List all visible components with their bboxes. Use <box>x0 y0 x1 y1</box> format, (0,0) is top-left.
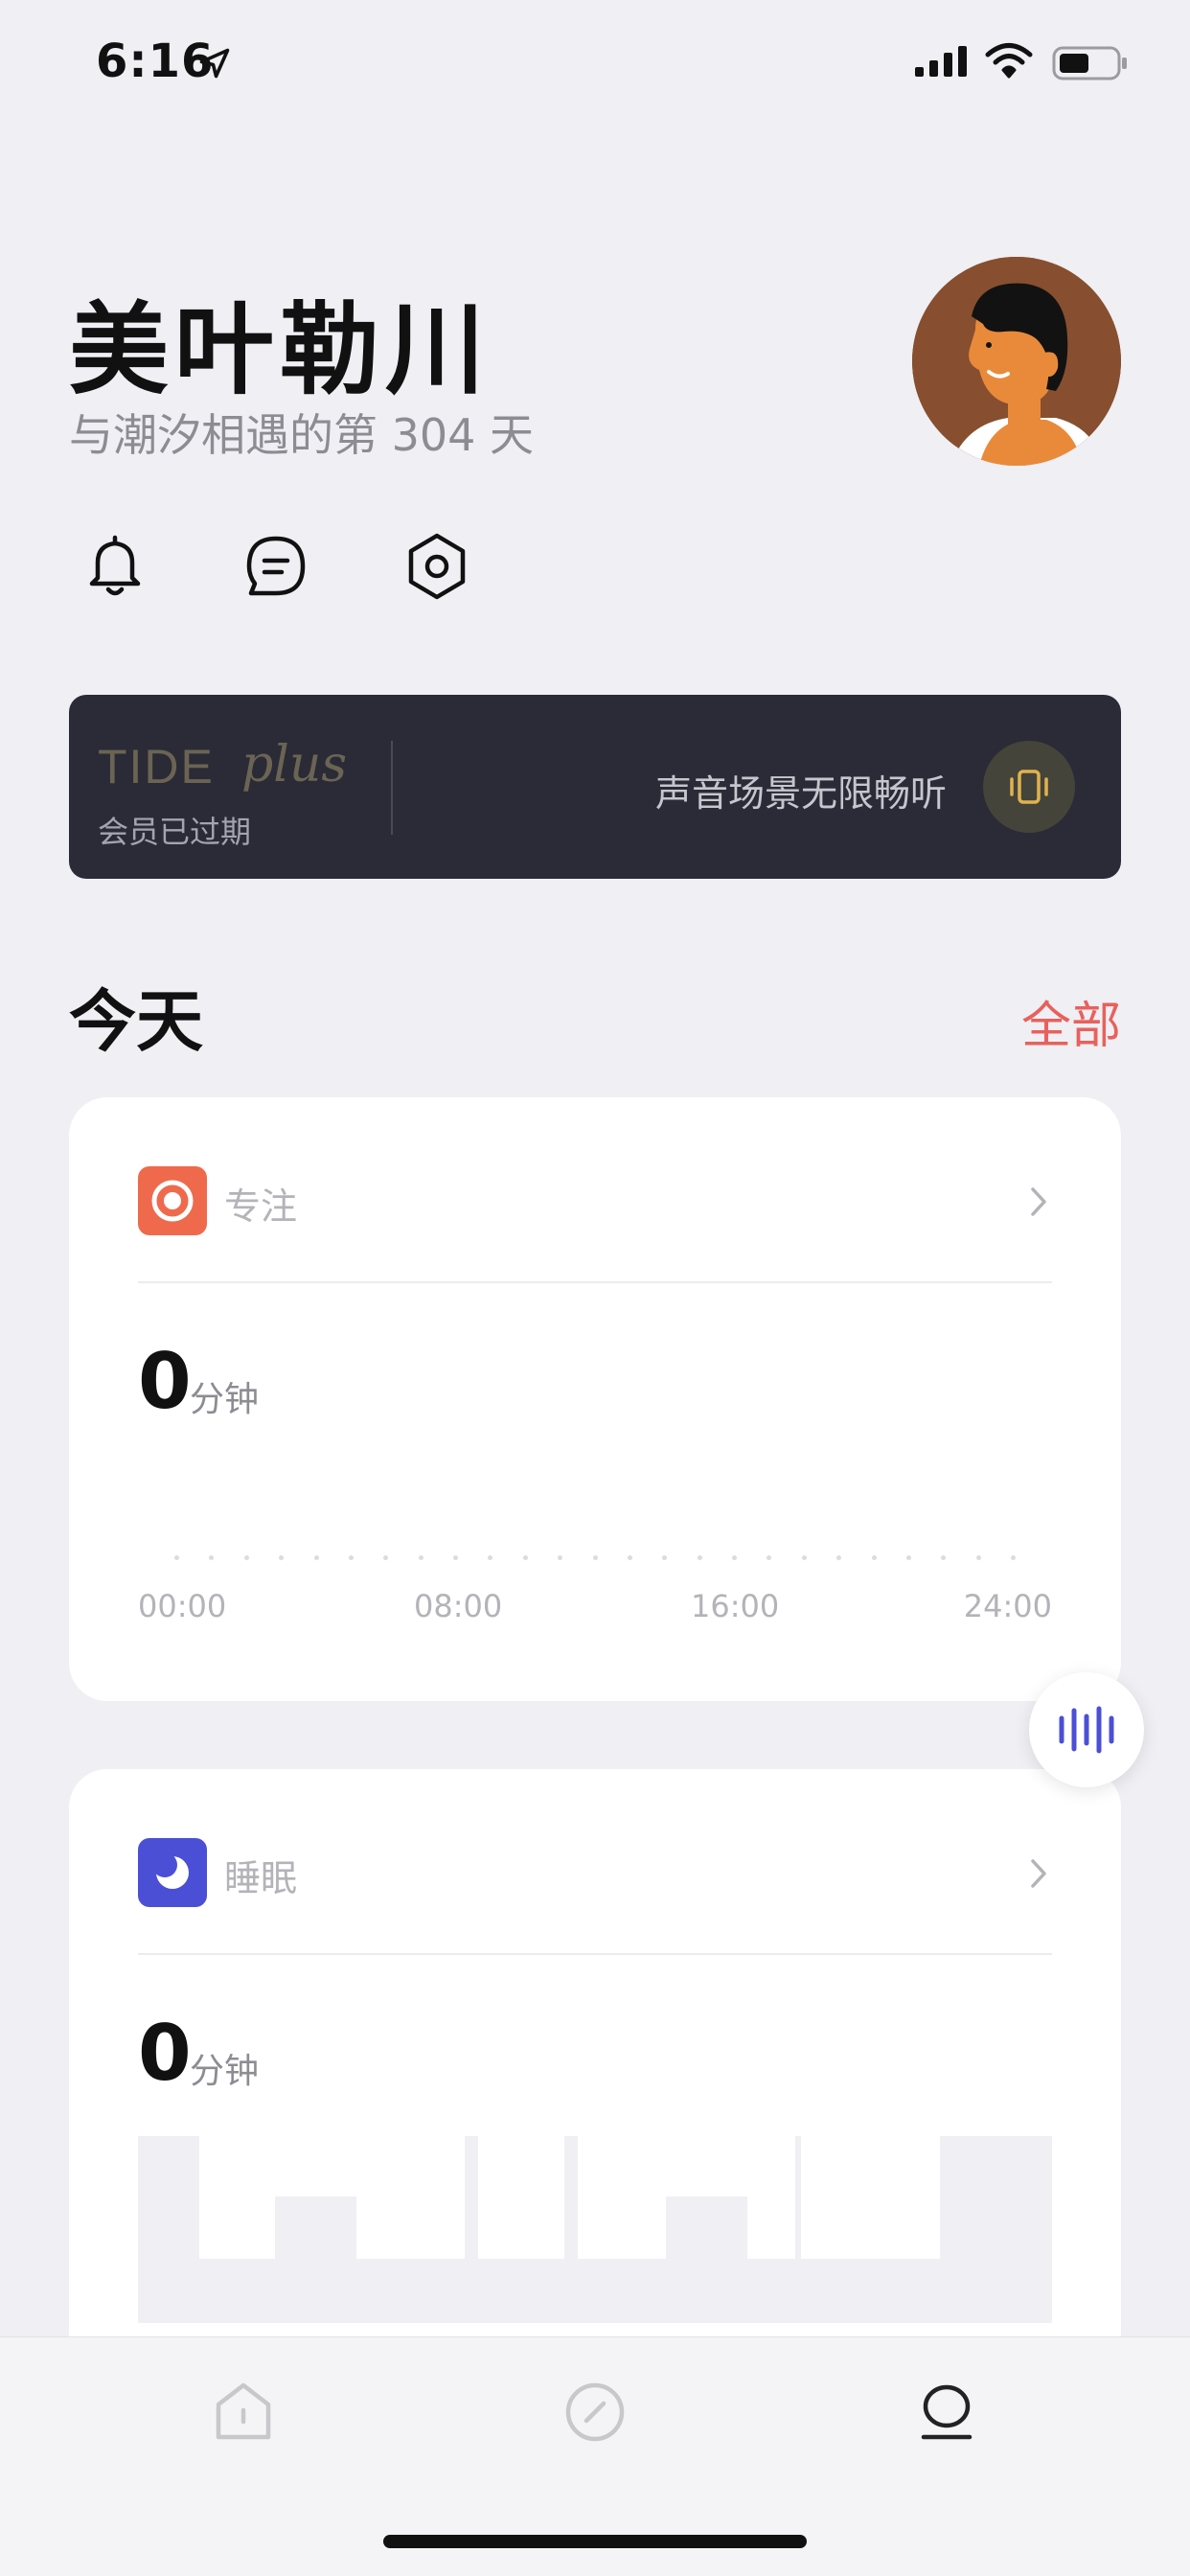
banner-divider <box>391 741 393 835</box>
timeline-dot <box>975 1555 981 1560</box>
days-counter: 与潮汐相遇的第 304 天 <box>69 409 535 461</box>
timeline-dot <box>418 1555 423 1560</box>
focus-card[interactable]: 专注 0 分钟 00:00 08:00 16:00 24:00 <box>69 1097 1121 1701</box>
status-bar: 6:16 <box>0 0 1190 125</box>
focus-minutes-unit: 分钟 <box>190 1380 260 1419</box>
timeline-dot <box>279 1555 285 1560</box>
axis-label: 16:00 <box>691 1588 780 1624</box>
profile-name: 美叶勒川 <box>69 291 492 408</box>
cellular-signal-icon <box>915 46 967 77</box>
avatar-illustration <box>912 257 1121 466</box>
chevron-right-icon[interactable] <box>1025 1182 1052 1222</box>
profile-tab-icon[interactable] <box>910 2376 983 2449</box>
focus-label: 专注 <box>224 1185 298 1228</box>
timeline-dot <box>767 1555 772 1560</box>
timeline-dot <box>836 1555 842 1560</box>
timeline-dot <box>1011 1555 1016 1560</box>
location-arrow-icon <box>199 48 230 79</box>
settings-icon[interactable] <box>400 530 473 603</box>
sleep-label: 睡眠 <box>224 1857 298 1899</box>
timeline-dot <box>383 1555 389 1560</box>
axis-label: 00:00 <box>138 1588 227 1624</box>
timeline-dot <box>348 1555 354 1560</box>
timeline-dot <box>558 1555 563 1560</box>
timeline-dot <box>871 1555 877 1560</box>
membership-banner[interactable]: TIDE plus 会员已过期 声音场景无限畅听 <box>69 695 1121 879</box>
home-tab-icon[interactable] <box>207 2376 280 2449</box>
banner-tagline: 声音场景无限畅听 <box>654 772 947 815</box>
battery-icon <box>1052 46 1127 80</box>
sleep-minutes-unit: 分钟 <box>190 2052 260 2091</box>
timeline-dot <box>522 1555 528 1560</box>
compass-tab-icon[interactable] <box>559 2376 631 2449</box>
card-divider <box>138 1953 1052 1955</box>
timeline-dot <box>627 1555 632 1560</box>
focus-timeline <box>174 1555 1016 1563</box>
home-indicator <box>383 2535 807 2548</box>
timeline-dot <box>209 1555 215 1560</box>
timeline-dot <box>941 1555 947 1560</box>
sound-floating-button[interactable] <box>1029 1672 1144 1787</box>
timeline-dot <box>592 1555 598 1560</box>
logo-script: plus <box>241 736 347 794</box>
sound-wave-icon <box>1059 1706 1114 1754</box>
wifi-icon <box>985 43 1033 79</box>
focus-minutes-value: 0 <box>138 1337 192 1426</box>
vibrate-icon <box>1010 770 1048 804</box>
message-icon[interactable] <box>240 530 312 603</box>
sleep-stage-chart <box>138 2136 1052 2323</box>
timeline-dot <box>662 1555 668 1560</box>
bell-icon[interactable] <box>79 530 151 603</box>
timeline-dot <box>453 1555 458 1560</box>
timeline-dot <box>732 1555 737 1560</box>
timeline-dot <box>905 1555 911 1560</box>
tide-plus-logo: TIDE plus <box>98 736 347 794</box>
moon-icon <box>138 1838 207 1907</box>
avatar[interactable] <box>912 257 1121 466</box>
vibrate-button[interactable] <box>983 741 1075 833</box>
timeline-dot <box>697 1555 702 1560</box>
status-time: 6:16 <box>96 34 215 88</box>
timeline-dot <box>174 1555 179 1560</box>
logo-text: TIDE <box>98 740 215 794</box>
sleep-minutes-value: 0 <box>138 2009 192 2098</box>
timeline-dot <box>243 1555 249 1560</box>
axis-label: 24:00 <box>963 1588 1052 1624</box>
view-all-link[interactable]: 全部 <box>1021 985 1121 1057</box>
chevron-right-icon[interactable] <box>1025 1853 1052 1894</box>
focus-icon <box>138 1166 207 1235</box>
section-title-today: 今天 <box>69 982 203 1061</box>
timeline-dot <box>313 1555 319 1560</box>
timeline-dot <box>488 1555 493 1560</box>
axis-label: 08:00 <box>414 1588 503 1624</box>
membership-status: 会员已过期 <box>98 814 252 850</box>
card-divider <box>138 1281 1052 1283</box>
timeline-dot <box>801 1555 807 1560</box>
